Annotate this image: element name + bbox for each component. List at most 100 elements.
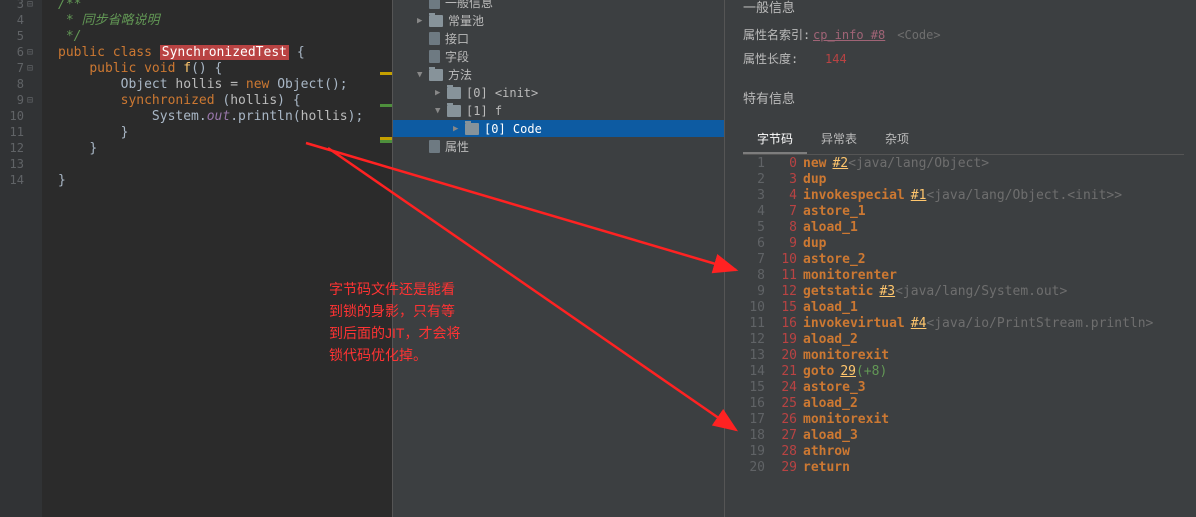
tab-2[interactable]: 杂项 bbox=[871, 125, 923, 154]
fold-toggle[interactable]: ⊟ bbox=[27, 0, 39, 11]
line-number: 4 bbox=[2, 13, 24, 27]
section-title: 一般信息 bbox=[743, 0, 795, 16]
tree-expand-icon[interactable]: ▶ bbox=[453, 124, 463, 134]
tree-node[interactable]: 字段 bbox=[393, 48, 724, 65]
line-number: 13 bbox=[2, 157, 24, 171]
code-line[interactable]: * 同步省略说明 bbox=[58, 13, 159, 29]
bc-opcode: aload_2 bbox=[803, 396, 858, 412]
bytecode-line[interactable]: 58aload_1 bbox=[743, 220, 1184, 236]
bytecode-line[interactable]: 1116invokevirtual#4 <java/io/PrintStream… bbox=[743, 316, 1184, 332]
change-marker bbox=[380, 140, 392, 143]
code-line[interactable]: /** bbox=[58, 0, 81, 13]
field-label: 属性长度: bbox=[743, 50, 813, 67]
code-line[interactable]: Object hollis = new Object(); bbox=[58, 77, 348, 93]
tab-1[interactable]: 异常表 bbox=[807, 125, 871, 154]
bytecode-line[interactable]: 1015aload_1 bbox=[743, 300, 1184, 316]
tree-node[interactable]: 接口 bbox=[393, 30, 724, 47]
tree-expand-icon[interactable]: ▶ bbox=[417, 16, 427, 26]
bc-ref-link[interactable]: #2 bbox=[832, 156, 848, 172]
line-number: 3 bbox=[2, 0, 24, 11]
bc-line-number: 11 bbox=[743, 316, 765, 332]
tree-expand-icon[interactable]: ▼ bbox=[417, 70, 427, 80]
bytecode-line[interactable]: 1320monitorexit bbox=[743, 348, 1184, 364]
bc-opcode: monitorexit bbox=[803, 412, 889, 428]
code-line[interactable]: } bbox=[58, 141, 97, 157]
bytecode-line[interactable]: 1625aload_2 bbox=[743, 396, 1184, 412]
file-icon bbox=[429, 0, 440, 9]
tree-node[interactable]: ▶常量池 bbox=[393, 12, 724, 29]
code-line[interactable]: System.out.println(hollis); bbox=[58, 109, 363, 125]
fold-toggle[interactable]: ⊟ bbox=[27, 95, 39, 107]
code-editor[interactable]: 3⊟456⊟7⊟89⊟1011121314 /** * 同步省略说明 */pub… bbox=[0, 0, 392, 517]
bc-opcode: monitorenter bbox=[803, 268, 897, 284]
tree-node[interactable]: 属性 bbox=[393, 138, 724, 155]
bc-ref-link[interactable]: #1 bbox=[911, 188, 927, 204]
bc-comment: <java/lang/Object.<init>> bbox=[926, 188, 1122, 204]
bc-offset: 19 bbox=[771, 332, 797, 348]
bc-ref-link[interactable]: 29 bbox=[840, 364, 856, 380]
bc-line-number: 1 bbox=[743, 156, 765, 172]
tree-node[interactable]: ▶ [0] Code bbox=[393, 120, 724, 137]
bytecode-line[interactable]: 1421goto29 (+8) bbox=[743, 364, 1184, 380]
fold-toggle[interactable]: ⊟ bbox=[27, 63, 39, 75]
bc-line-number: 13 bbox=[743, 348, 765, 364]
tree-expand-icon[interactable]: ▶ bbox=[435, 88, 445, 98]
section-title: 特有信息 bbox=[743, 88, 795, 107]
bytecode-line[interactable]: 1928athrow bbox=[743, 444, 1184, 460]
tree-expand-icon[interactable]: ▼ bbox=[435, 106, 445, 116]
bc-offset: 9 bbox=[771, 236, 797, 252]
code-line[interactable]: synchronized (hollis) { bbox=[58, 93, 301, 109]
bytecode-listing[interactable]: 10new#2 <java/lang/Object>23dup34invokes… bbox=[743, 156, 1184, 476]
bytecode-line[interactable]: 912getstatic#3 <java/lang/System.out> bbox=[743, 284, 1184, 300]
editor-gutter: 3⊟456⊟7⊟89⊟1011121314 bbox=[0, 0, 42, 517]
bytecode-line[interactable]: 710astore_2 bbox=[743, 252, 1184, 268]
tree-label: [0] <init> bbox=[466, 86, 538, 100]
bc-opcode: astore_2 bbox=[803, 252, 866, 268]
bytecode-line[interactable]: 1726monitorexit bbox=[743, 412, 1184, 428]
annotation-text: 字节码文件还是能看 到锁的身影，只有等 到后面的JIT，才会将 锁代码优化掉。 bbox=[329, 278, 460, 366]
tree-label: 一般信息 bbox=[445, 0, 493, 11]
tab-0[interactable]: 字节码 bbox=[743, 125, 807, 154]
bc-opcode: getstatic bbox=[803, 284, 873, 300]
tree-label: [0] Code bbox=[484, 122, 542, 136]
bc-line-number: 7 bbox=[743, 252, 765, 268]
bc-line-number: 19 bbox=[743, 444, 765, 460]
bc-opcode: new bbox=[803, 156, 826, 172]
bytecode-line[interactable]: 2029return bbox=[743, 460, 1184, 476]
bc-ref-link[interactable]: #3 bbox=[879, 284, 895, 300]
bytecode-line[interactable]: 1827aload_3 bbox=[743, 428, 1184, 444]
code-line[interactable]: } bbox=[58, 173, 66, 189]
bytecode-line[interactable]: 69dup bbox=[743, 236, 1184, 252]
line-number: 7 bbox=[2, 61, 24, 75]
bc-offset: 28 bbox=[771, 444, 797, 460]
bytecode-line[interactable]: 1219aload_2 bbox=[743, 332, 1184, 348]
bc-ref-link[interactable]: #4 bbox=[911, 316, 927, 332]
bc-offset: 16 bbox=[771, 316, 797, 332]
structure-tree[interactable]: 一般信息▶常量池接口字段▼方法 ▶ [0] <init> ▼[1] f ▶ [0] Cod… bbox=[392, 0, 724, 517]
code-line[interactable]: } bbox=[58, 125, 128, 141]
bytecode-line[interactable]: 23dup bbox=[743, 172, 1184, 188]
code-line[interactable]: public void f() { bbox=[58, 61, 222, 77]
folder-icon bbox=[429, 15, 443, 27]
change-marker bbox=[380, 104, 392, 107]
bc-line-number: 10 bbox=[743, 300, 765, 316]
bytecode-line[interactable]: 34invokespecial#1 <java/lang/Object.<ini… bbox=[743, 188, 1184, 204]
tree-node[interactable]: ▶ [0] <init> bbox=[393, 84, 724, 101]
bytecode-line[interactable]: 811monitorenter bbox=[743, 268, 1184, 284]
bc-offset: 21 bbox=[771, 364, 797, 380]
bytecode-line[interactable]: 10new#2 <java/lang/Object> bbox=[743, 156, 1184, 172]
field-label: 属性名索引: bbox=[743, 26, 813, 43]
code-line[interactable]: public class SynchronizedTest { bbox=[58, 45, 305, 61]
bc-offset: 11 bbox=[771, 268, 797, 284]
bc-opcode: dup bbox=[803, 236, 826, 252]
code-line[interactable]: */ bbox=[58, 29, 81, 45]
cp-info-link[interactable]: cp_info #8 bbox=[813, 28, 885, 42]
tree-node[interactable]: 一般信息 bbox=[393, 0, 724, 11]
bytecode-line[interactable]: 1524astore_3 bbox=[743, 380, 1184, 396]
bytecode-line[interactable]: 47astore_1 bbox=[743, 204, 1184, 220]
fold-toggle[interactable]: ⊟ bbox=[27, 47, 39, 59]
bc-opcode: aload_2 bbox=[803, 332, 858, 348]
folder-icon bbox=[465, 123, 479, 135]
tree-node[interactable]: ▼[1] f bbox=[393, 102, 724, 119]
tree-node[interactable]: ▼方法 bbox=[393, 66, 724, 83]
